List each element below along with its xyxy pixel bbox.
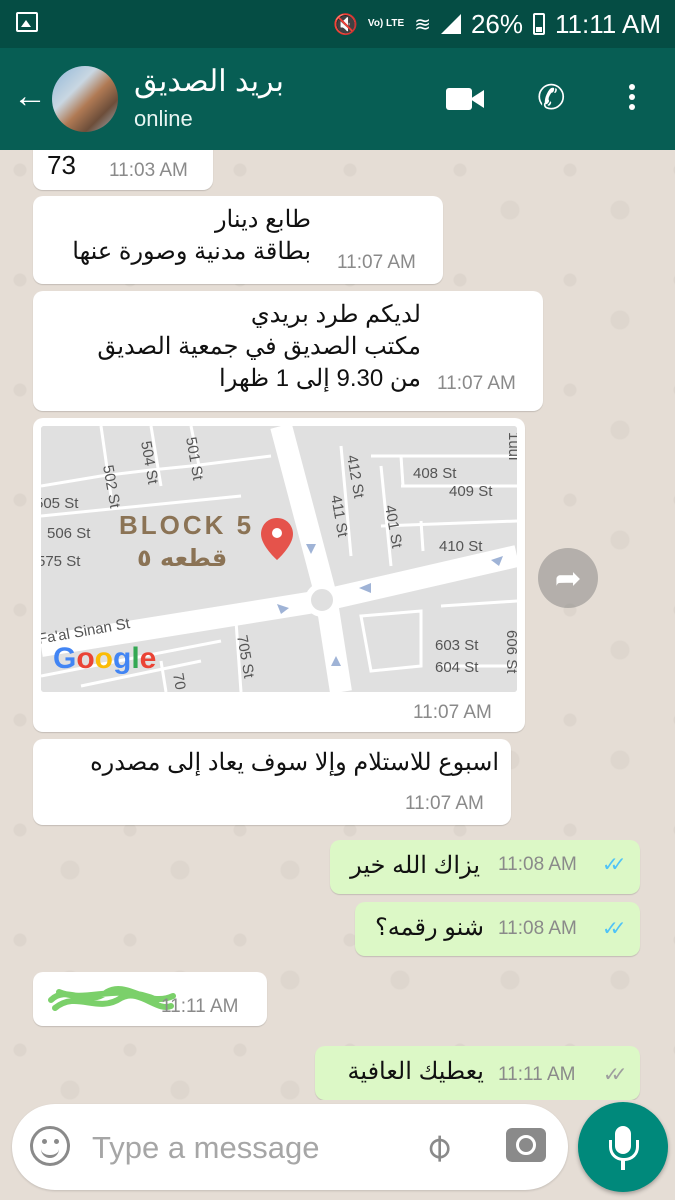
- message-incoming[interactable]: 73 11:03 AM: [33, 150, 213, 190]
- map-preview[interactable]: 502 St 504 St 501 St 505 St 506 St 575 S…: [41, 426, 517, 692]
- message-time: 11:11 AM: [161, 996, 239, 1017]
- map-street-label: 409 St: [449, 483, 493, 500]
- message-time: 11:08 AM: [498, 854, 577, 875]
- phone-icon[interactable]: ✆: [537, 80, 573, 116]
- message-text: شنو رقمه؟: [375, 914, 484, 941]
- video-call-icon[interactable]: [446, 80, 486, 116]
- message-line: بطاقة مدنية وصورة عنها: [72, 238, 311, 265]
- message-time: 11:07 AM: [405, 793, 484, 814]
- mic-icon[interactable]: [578, 1102, 668, 1192]
- signal-icon: [440, 14, 461, 34]
- map-street-label: 604 St: [435, 659, 479, 676]
- read-receipt-icon: ✓✓: [602, 918, 626, 940]
- message-time: 11:07 AM: [337, 252, 416, 273]
- avatar[interactable]: [52, 66, 118, 132]
- message-time: 11:07 AM: [437, 373, 516, 394]
- message-outgoing[interactable]: يزاك الله خير 11:08 AM ✓✓: [330, 840, 640, 894]
- emoji-icon[interactable]: [30, 1126, 70, 1166]
- contact-name[interactable]: بريد الصديق: [134, 64, 284, 99]
- message-list[interactable]: 73 11:03 AM طابع دينار بطاقة مدنية وصورة…: [0, 150, 675, 1100]
- message-time: 11:08 AM: [498, 918, 577, 939]
- map-block-label: BLOCK 5: [119, 510, 254, 540]
- message-outgoing[interactable]: شنو رقمه؟ 11:08 AM ✓✓: [355, 902, 640, 956]
- battery-icon: [533, 13, 545, 35]
- more-icon[interactable]: [620, 80, 644, 116]
- contact-status: online: [134, 106, 193, 131]
- message-text: يعطيك العافية: [347, 1058, 484, 1085]
- map-street-label: 505 St: [41, 495, 79, 512]
- map-street-label: 506 St: [47, 525, 91, 542]
- compose-bar: ⌀: [12, 1104, 568, 1190]
- chat-header: ← بريد الصديق online ✆: [0, 48, 675, 150]
- map-street-label: 603 St: [435, 637, 479, 654]
- message-incoming[interactable]: 11:11 AM: [33, 972, 267, 1026]
- status-bar: 🔇 Vo) LTE ≋ 26% 11:11 AM: [0, 0, 675, 48]
- message-text: اسبوع للاستلام وإلا سوف يعاد إلى مصدره: [90, 749, 499, 776]
- back-arrow-icon[interactable]: ←: [12, 78, 48, 114]
- forward-icon[interactable]: ➦: [538, 548, 598, 608]
- message-text: يزاك الله خير: [350, 852, 480, 879]
- map-street-label: 70: [169, 672, 189, 691]
- message-incoming[interactable]: طابع دينار بطاقة مدنية وصورة عنها 11:07 …: [33, 196, 443, 284]
- battery-percent: 26%: [470, 8, 523, 39]
- message-line: طابع دينار: [214, 206, 311, 233]
- map-image: 502 St 504 St 501 St 505 St 506 St 575 S…: [41, 426, 517, 692]
- message-line: مكتب الصديق في جمعية الصديق: [97, 333, 421, 360]
- gallery-icon: [16, 12, 38, 32]
- location-message[interactable]: 502 St 504 St 501 St 505 St 506 St 575 S…: [33, 418, 525, 732]
- message-line: لديكم طرد بريدي: [250, 301, 421, 328]
- delivered-receipt-icon: ✓✓: [603, 1064, 627, 1086]
- message-outgoing[interactable]: يعطيك العافية 11:11 AM ✓✓: [315, 1046, 640, 1100]
- map-street-label: 410 St: [439, 538, 483, 555]
- wifi-icon: ≋: [414, 13, 431, 36]
- message-input[interactable]: [90, 1122, 394, 1174]
- map-street-label: 575 St: [41, 553, 81, 570]
- clock: 11:11 AM: [555, 8, 661, 39]
- lte-icon: Vo) LTE: [367, 18, 405, 29]
- attach-icon[interactable]: ⌀: [413, 1122, 461, 1170]
- google-logo: Google: [53, 642, 156, 675]
- map-block-label-ar: قطعه ٥: [137, 544, 227, 572]
- message-incoming[interactable]: لديكم طرد بريدي مكتب الصديق في جمعية الص…: [33, 291, 543, 411]
- map-street-label: 1uui: [505, 432, 517, 460]
- map-street-label: 606 St: [503, 630, 517, 674]
- message-text: 73: [47, 150, 76, 180]
- read-receipt-icon: ✓✓: [602, 854, 626, 876]
- message-line: من 9.30 إلى 1 ظهرا: [219, 365, 421, 392]
- message-time: 11:07 AM: [413, 702, 492, 723]
- redaction-scribble: [48, 985, 176, 1011]
- map-street-label: 408 St: [413, 465, 457, 482]
- message-time: 11:11 AM: [498, 1064, 576, 1085]
- message-incoming[interactable]: اسبوع للاستلام وإلا سوف يعاد إلى مصدره 1…: [33, 739, 511, 825]
- message-time: 11:03 AM: [109, 160, 188, 181]
- mute-icon: 🔇: [332, 13, 358, 36]
- camera-icon[interactable]: [506, 1128, 546, 1162]
